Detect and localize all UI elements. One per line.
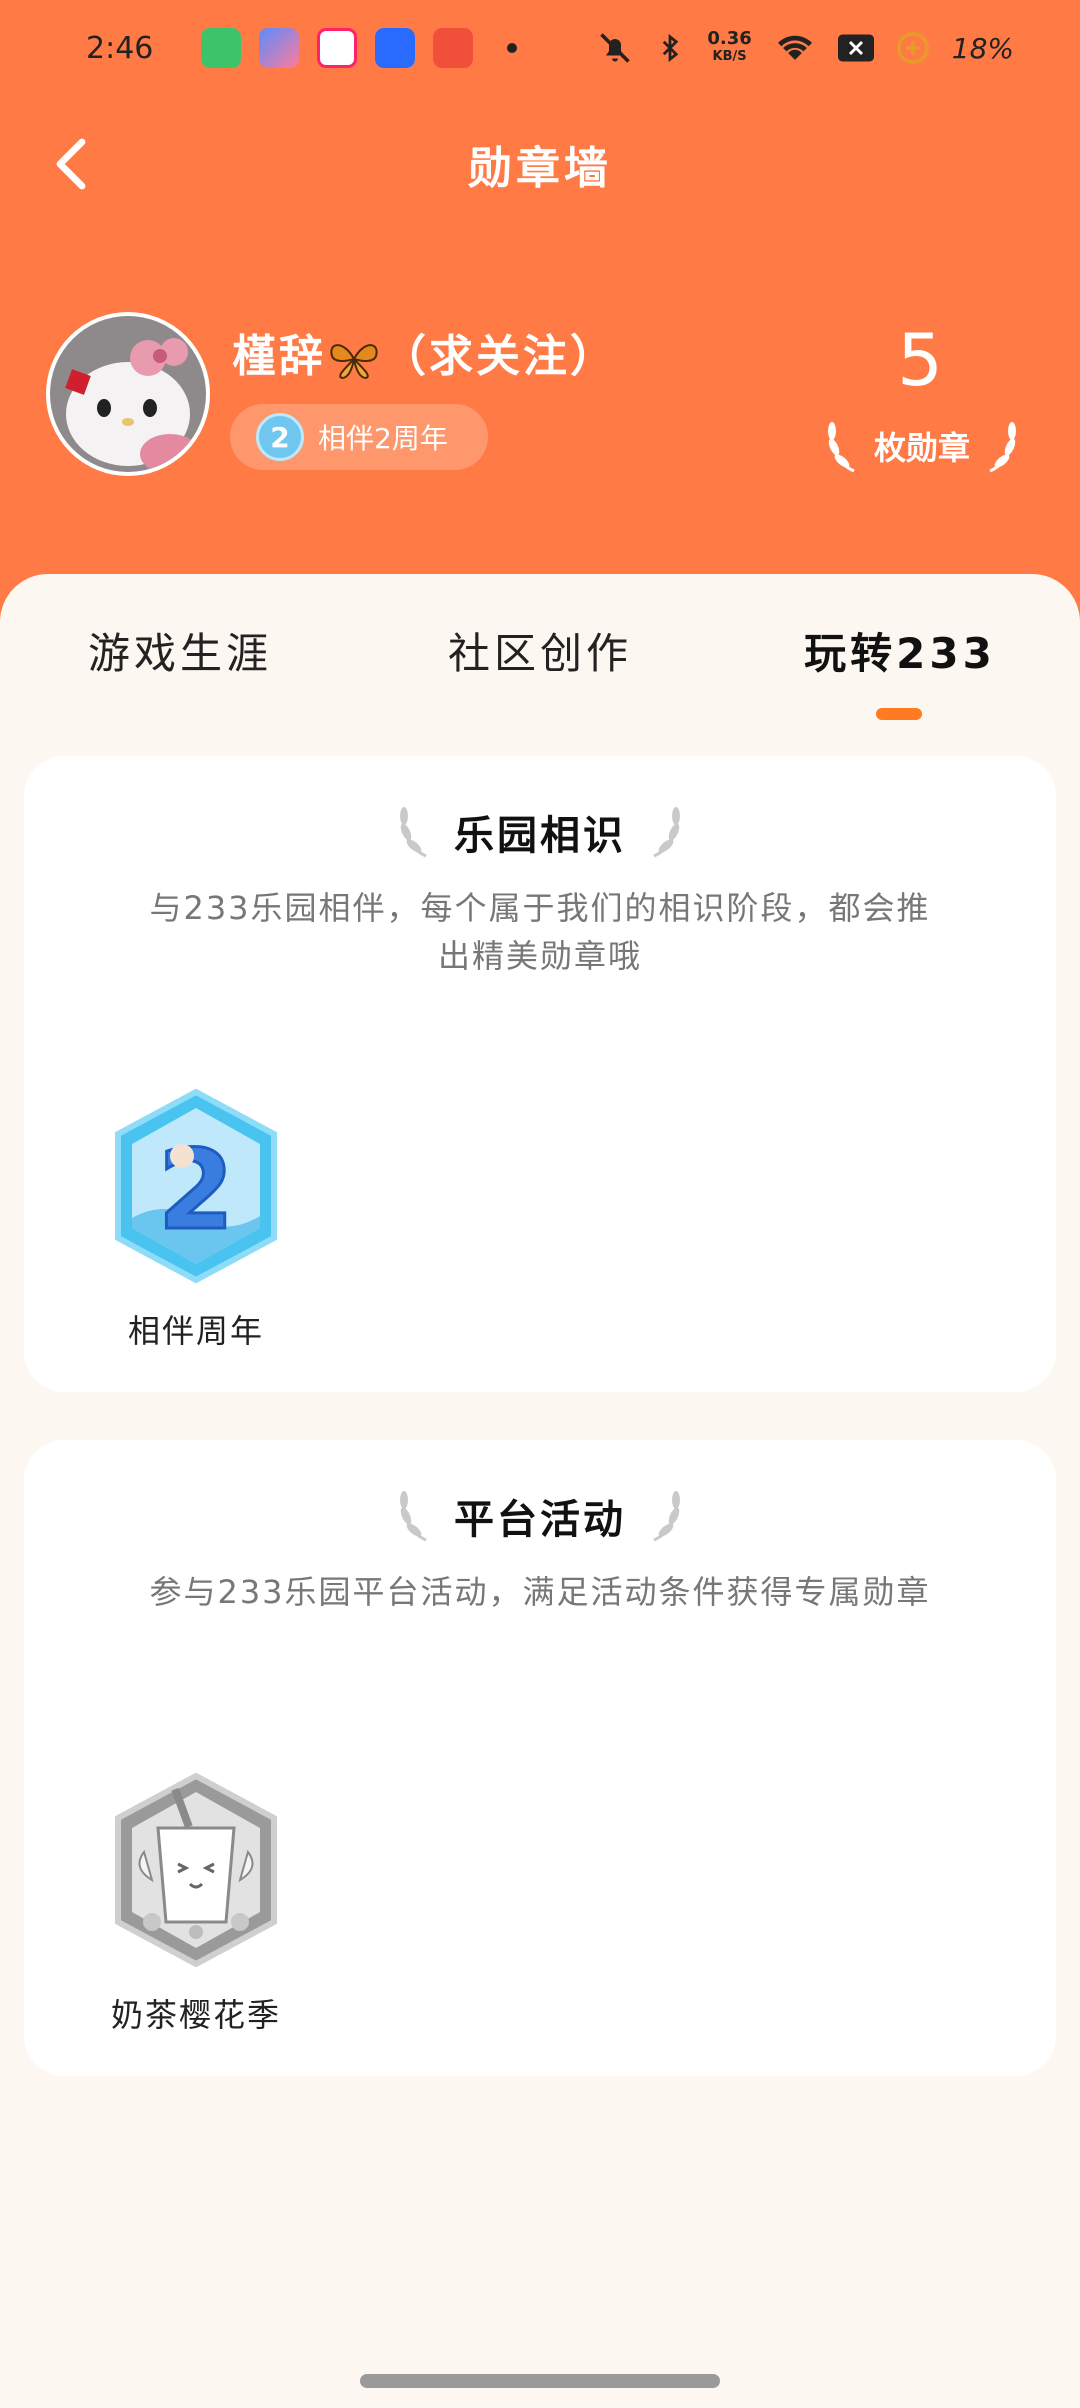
medal-item[interactable]: 奶茶樱花季 xyxy=(96,1772,296,2036)
status-bar: 2:46 0.36 KB/S 18% xyxy=(0,0,1080,96)
browser-app-icon xyxy=(375,28,416,68)
chevron-left-icon xyxy=(56,138,86,190)
laurel-left-icon xyxy=(400,1491,427,1542)
tab-bar: 游戏生涯 社区创作 玩转233 xyxy=(0,610,1080,720)
milk-tea-medal-icon xyxy=(115,1772,277,1968)
anniversary-medal-icon: 2 xyxy=(115,1088,277,1284)
section-description: 与233乐园相伴，每个属于我们的相识阶段，都会推出精美勋章哦 xyxy=(149,889,931,975)
section-card-platform-activities: 平台活动 参与233乐园平台活动，满足活动条件获得专属勋章 奶茶樱花季 xyxy=(24,1440,1056,2076)
laurel-right-icon xyxy=(989,422,1016,473)
net-speed: 0.36 KB/S xyxy=(707,28,752,65)
medal-name: 奶茶樱花季 xyxy=(110,1996,281,2034)
anniversary-badge-pill[interactable]: 2 相伴2周年 xyxy=(230,404,488,470)
badge-label: 相伴2周年 xyxy=(318,422,448,455)
section-title: 乐园相识 xyxy=(454,813,626,859)
section-description: 参与233乐园平台活动，满足活动条件获得专属勋章 xyxy=(149,1573,931,1611)
section-title: 平台活动 xyxy=(454,1497,626,1543)
page-title: 勋章墙 xyxy=(468,143,612,194)
medal-item[interactable]: 2 相伴周年 xyxy=(96,1088,296,1352)
top-nav: 勋章墙 xyxy=(0,116,1080,212)
section-card-park-acquaintance: 乐园相识 与233乐园相伴，每个属于我们的相识阶段，都会推出精美勋章哦 2 相伴… xyxy=(24,756,1056,1392)
avatar[interactable] xyxy=(46,312,210,476)
pen-app-icon xyxy=(259,28,300,68)
butterfly-icon xyxy=(330,344,378,380)
anniversary-badge-icon: 2 xyxy=(256,413,304,461)
no-sim-icon xyxy=(837,34,874,62)
home-indicator[interactable] xyxy=(360,2374,720,2388)
tab-community-creation[interactable]: 社区创作 xyxy=(420,610,660,690)
back-button[interactable] xyxy=(44,136,100,192)
svg-text:2: 2 xyxy=(158,1126,235,1254)
battery-saver-icon xyxy=(896,32,929,64)
avatar-image xyxy=(50,316,206,472)
tab-active-indicator xyxy=(876,708,922,720)
battery-app-icon xyxy=(201,28,242,68)
laurel-right-icon xyxy=(653,1491,680,1542)
notification-dot-icon xyxy=(507,43,518,53)
laurel-right-icon xyxy=(653,807,680,858)
battery-percent: 18% xyxy=(951,31,1014,65)
username: 槿辞 （求关注） xyxy=(232,331,617,382)
tab-play-233[interactable]: 玩转233 xyxy=(780,610,1020,690)
laurel-left-icon xyxy=(400,807,427,858)
video-app-icon xyxy=(433,28,474,68)
mute-bell-icon xyxy=(600,33,631,63)
gallery-app-icon xyxy=(317,28,358,68)
bluetooth-icon xyxy=(663,33,679,63)
medal-count: 5 xyxy=(897,318,943,402)
medal-count-label-row: 枚勋章 xyxy=(812,416,1032,476)
section-title-row: 平台活动 xyxy=(24,1486,1056,1546)
wifi-icon xyxy=(777,35,812,60)
status-time: 2:46 xyxy=(86,30,154,66)
tab-game-career[interactable]: 游戏生涯 xyxy=(60,610,300,690)
section-title-row: 乐园相识 xyxy=(24,802,1056,862)
laurel-left-icon xyxy=(827,422,855,473)
medal-name: 相伴周年 xyxy=(127,1312,264,1350)
